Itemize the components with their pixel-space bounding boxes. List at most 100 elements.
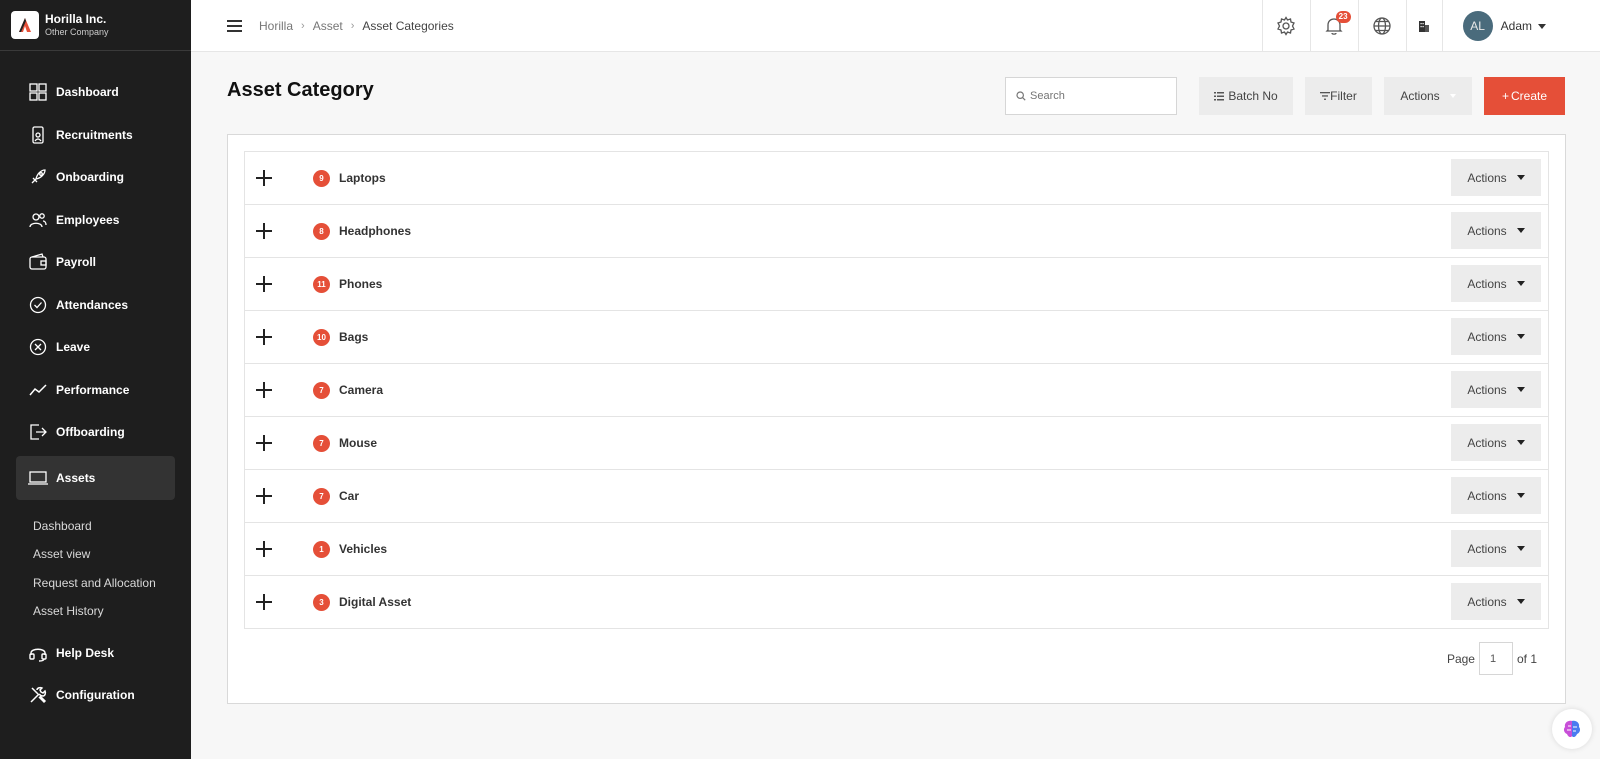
- row-actions-label: Actions: [1467, 276, 1507, 291]
- category-row[interactable]: 11 Phones Actions: [245, 258, 1548, 311]
- dashboard-icon: [28, 82, 48, 102]
- sidebar-item-performance[interactable]: Performance: [0, 369, 191, 412]
- row-actions-button[interactable]: Actions: [1451, 318, 1541, 355]
- category-row[interactable]: 10 Bags Actions: [245, 311, 1548, 364]
- gear-icon: [1277, 16, 1296, 36]
- row-actions-button[interactable]: Actions: [1451, 477, 1541, 514]
- category-name: Vehicles: [339, 542, 388, 556]
- category-row[interactable]: 7 Camera Actions: [245, 364, 1548, 417]
- sidebar-item-label: Employees: [56, 212, 120, 227]
- expand-icon[interactable]: [256, 223, 272, 239]
- sidebar: Horilla Inc. Other Company Dashboard Rec…: [0, 0, 191, 759]
- category-row[interactable]: 1 Vehicles Actions: [245, 523, 1548, 576]
- page-number-input[interactable]: [1478, 642, 1513, 675]
- chevron-down-icon: [1516, 599, 1525, 604]
- sidebar-item-configuration[interactable]: Configuration: [0, 674, 191, 717]
- list-icon: [1214, 91, 1225, 100]
- check-circle-icon: [28, 295, 48, 315]
- expand-icon[interactable]: [256, 276, 272, 292]
- row-actions-button[interactable]: Actions: [1451, 424, 1541, 461]
- breadcrumb-horilla[interactable]: Horilla: [259, 19, 293, 33]
- expand-icon[interactable]: [256, 170, 272, 186]
- submenu-item-asset-history[interactable]: Asset History: [33, 597, 191, 626]
- sidebar-item-attendances[interactable]: Attendances: [0, 284, 191, 327]
- create-label: Create: [1510, 89, 1548, 103]
- globe-icon: [1373, 17, 1391, 35]
- exit-icon: [28, 422, 48, 442]
- company-switch-button[interactable]: [1405, 0, 1442, 52]
- row-actions-label: Actions: [1467, 170, 1507, 185]
- x-circle-icon: [28, 337, 48, 357]
- category-name: Phones: [339, 277, 383, 291]
- sidebar-item-label: Attendances: [56, 297, 129, 312]
- sidebar-item-recruitments[interactable]: Recruitments: [0, 114, 191, 157]
- category-name: Car: [339, 489, 360, 503]
- row-actions-button[interactable]: Actions: [1451, 371, 1541, 408]
- chevron-right-icon: ›: [301, 19, 305, 32]
- batch-no-button[interactable]: Batch No: [1199, 77, 1293, 115]
- sidebar-item-label: Offboarding: [56, 425, 125, 440]
- brand[interactable]: Horilla Inc. Other Company: [0, 0, 191, 51]
- expand-icon[interactable]: [256, 541, 272, 557]
- expand-icon[interactable]: [256, 382, 272, 398]
- count-badge: 7: [313, 434, 330, 452]
- expand-icon[interactable]: [256, 435, 272, 451]
- breadcrumb-current: Asset Categories: [362, 18, 454, 33]
- ai-assistant-button[interactable]: [1552, 709, 1592, 749]
- sidebar-item-label: Recruitments: [56, 127, 133, 142]
- submenu-item-dashboard[interactable]: Dashboard: [33, 512, 191, 541]
- sidebar-item-help-desk[interactable]: Help Desk: [0, 632, 191, 675]
- user-menu[interactable]: AL Adam: [1441, 0, 1600, 52]
- notifications-button[interactable]: 23: [1309, 0, 1358, 52]
- filter-icon: [1320, 92, 1331, 100]
- plus-icon: +: [1501, 89, 1509, 103]
- tools-icon: [28, 685, 48, 705]
- row-actions-button[interactable]: Actions: [1451, 159, 1541, 196]
- create-button[interactable]: + Create: [1484, 77, 1565, 115]
- row-actions-label: Actions: [1467, 382, 1507, 397]
- category-row[interactable]: 9 Laptops Actions: [245, 152, 1548, 205]
- breadcrumb: Horilla › Asset › Asset Categories: [259, 19, 454, 33]
- expand-icon[interactable]: [256, 329, 272, 345]
- search-box[interactable]: [1005, 77, 1177, 115]
- submenu-item-asset-view[interactable]: Asset view: [33, 540, 191, 569]
- settings-button[interactable]: [1261, 0, 1310, 52]
- bulk-actions-button[interactable]: Actions: [1384, 77, 1472, 115]
- category-row[interactable]: 3 Digital Asset Actions: [245, 576, 1548, 628]
- sidebar-item-leave[interactable]: Leave: [0, 326, 191, 369]
- category-row[interactable]: 8 Headphones Actions: [245, 205, 1548, 258]
- chevron-down-icon: [1516, 175, 1525, 180]
- sidebar-item-dashboard[interactable]: Dashboard: [0, 71, 191, 114]
- breadcrumb-asset[interactable]: Asset: [313, 19, 343, 33]
- sidebar-item-payroll[interactable]: Payroll: [0, 241, 191, 284]
- search-icon: [1016, 91, 1026, 101]
- row-actions-button[interactable]: Actions: [1451, 212, 1541, 249]
- submenu-item-request-allocation[interactable]: Request and Allocation: [33, 569, 191, 598]
- count-badge: 7: [313, 381, 330, 399]
- sidebar-item-label: Dashboard: [56, 85, 119, 100]
- search-input[interactable]: [1030, 90, 1170, 102]
- user-name: Adam: [1500, 19, 1532, 33]
- filter-button[interactable]: Filter: [1305, 77, 1372, 115]
- language-button[interactable]: [1357, 0, 1406, 52]
- sidebar-item-employees[interactable]: Employees: [0, 199, 191, 242]
- sidebar-item-onboarding[interactable]: Onboarding: [0, 156, 191, 199]
- sidebar-menu: Dashboard Recruitments Onboarding Employ…: [0, 51, 191, 717]
- row-actions-button[interactable]: Actions: [1451, 265, 1541, 302]
- chevron-right-icon: ›: [350, 19, 355, 32]
- page-prefix: Page: [1446, 651, 1475, 666]
- company-name: Horilla Inc.: [45, 12, 107, 26]
- expand-icon[interactable]: [256, 488, 272, 504]
- row-actions-label: Actions: [1467, 435, 1507, 450]
- category-row[interactable]: 7 Mouse Actions: [245, 417, 1548, 470]
- sidebar-item-label: Configuration: [56, 688, 135, 703]
- chevron-down-icon: [1516, 281, 1525, 286]
- row-actions-button[interactable]: Actions: [1451, 530, 1541, 567]
- category-row[interactable]: 7 Car Actions: [245, 470, 1548, 523]
- sidebar-item-assets[interactable]: Assets: [16, 455, 175, 500]
- expand-icon[interactable]: [256, 594, 272, 610]
- sidebar-item-offboarding[interactable]: Offboarding: [0, 411, 191, 454]
- row-actions-button[interactable]: Actions: [1451, 583, 1541, 620]
- row-actions-label: Actions: [1467, 594, 1507, 609]
- hamburger-menu-icon[interactable]: [227, 17, 245, 35]
